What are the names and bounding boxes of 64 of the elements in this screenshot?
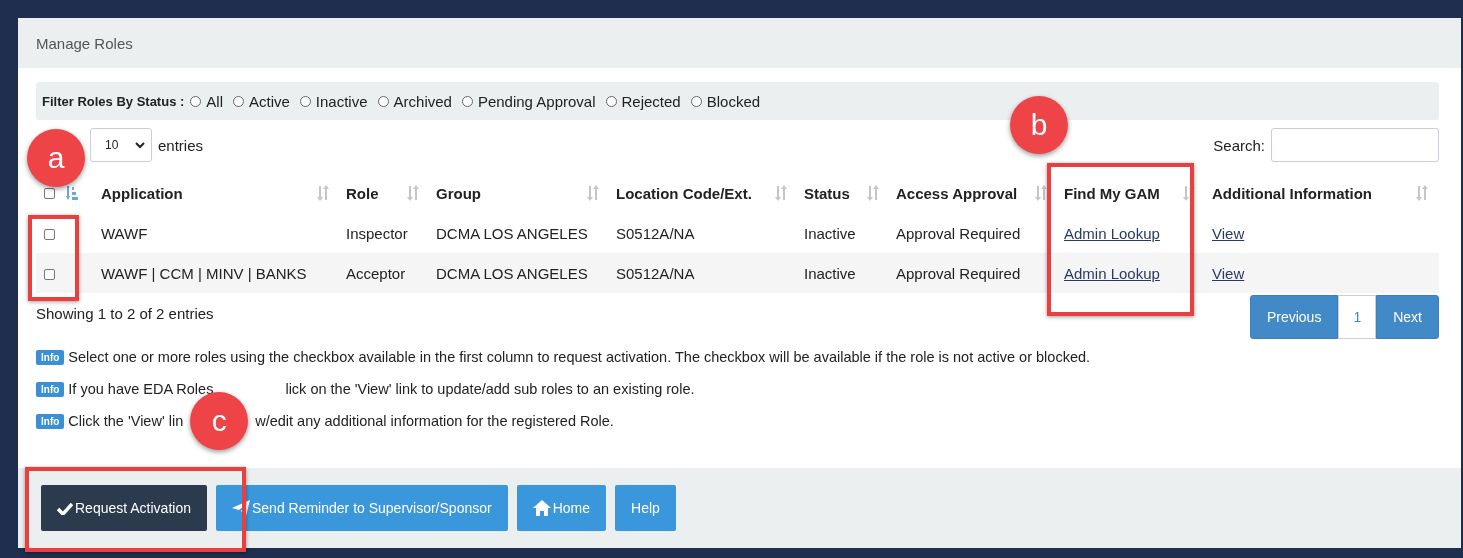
radio-label[interactable]: Active — [249, 92, 290, 110]
request-activation-button[interactable]: Request Activation — [41, 485, 207, 531]
info-badge: Info — [36, 381, 65, 397]
home-icon — [532, 500, 551, 516]
table-cell: S0512A/NA — [616, 224, 695, 242]
next-button[interactable]: Next — [1376, 295, 1439, 339]
table-cell: Inactive — [804, 264, 856, 282]
column-header[interactable]: Access Approval — [896, 184, 1018, 202]
info-badge: Info — [36, 349, 65, 365]
table-cell: Inactive — [804, 224, 856, 242]
info-text: lick on the 'View' link to update/add sub roles to an existing role. — [285, 381, 695, 397]
radio-label[interactable]: Archived — [393, 92, 452, 110]
admin-lookup-link[interactable]: Admin Lookup — [1064, 224, 1160, 242]
search-field[interactable] — [1271, 128, 1439, 162]
row-checkbox[interactable] — [44, 229, 55, 241]
info-badge: Info — [36, 413, 65, 429]
row-checkbox[interactable] — [44, 269, 55, 281]
paper-plane-icon — [231, 500, 250, 516]
info-text: Click the 'View' lin — [68, 413, 184, 429]
radio-label[interactable]: Blocked — [706, 92, 761, 110]
chevron-icon — [135, 141, 145, 149]
previous-button[interactable]: Previous — [1249, 295, 1339, 339]
search-label: Search: — [1213, 136, 1265, 154]
radio-label[interactable]: Inactive — [315, 92, 368, 110]
table-cell: DCMA LOS ANGELES — [436, 264, 588, 282]
table-cell: Acceptor — [346, 264, 406, 282]
entries-select[interactable]: 10 — [90, 128, 152, 162]
page-button[interactable]: 1 — [1338, 295, 1377, 339]
radio-button[interactable] — [377, 95, 389, 107]
column-header[interactable]: Role — [346, 184, 379, 202]
table-cell: WAWF | CCM | MINV | BANKS — [101, 264, 307, 282]
column-header[interactable]: Location Code/Ext. — [616, 184, 752, 202]
entries-summary: Showing 1 to 2 of 2 entries — [36, 305, 214, 322]
info-text: Select one or more roles using the checkbox available in the first column to request activation. The checkbox will be available if the role is not active or blocked. — [68, 349, 1091, 365]
select-all-checkbox[interactable] — [44, 187, 55, 199]
radio-button[interactable] — [605, 95, 617, 107]
table-cell: S0512A/NA — [616, 264, 695, 282]
radio-button[interactable] — [461, 95, 473, 107]
radio-button[interactable] — [690, 95, 702, 107]
column-header[interactable]: Find My GAM — [1064, 184, 1160, 202]
radio-button[interactable] — [299, 95, 311, 107]
info-text: w/edit any additional information for the registered Role. — [255, 413, 614, 429]
radio-button[interactable] — [233, 95, 244, 107]
check-icon — [57, 501, 73, 515]
entries-label: entries — [158, 136, 204, 154]
sort-icon[interactable] — [66, 185, 78, 201]
table-cell: WAWF — [101, 224, 148, 242]
table-cell: Approval Required — [896, 224, 1021, 242]
filter-label: Filter Roles By Status : — [42, 93, 185, 109]
table-cell: Inspector — [346, 224, 408, 242]
column-header[interactable]: Status — [804, 184, 850, 202]
radio-label[interactable]: Rejected — [621, 92, 681, 110]
view-link[interactable]: View — [1212, 224, 1245, 242]
column-header[interactable]: Group — [436, 184, 481, 202]
column-header[interactable]: Additional Information — [1212, 184, 1372, 202]
radio-label[interactable]: All — [206, 92, 223, 110]
column-header[interactable]: Application — [101, 184, 183, 202]
radio-label[interactable]: Pending Approval — [477, 92, 596, 110]
table-cell: Approval Required — [896, 264, 1021, 282]
sort-icon[interactable] — [1034, 185, 1048, 201]
radio-button[interactable] — [190, 95, 202, 107]
table-cell: DCMA LOS ANGELES — [436, 224, 588, 242]
view-link[interactable]: View — [1212, 264, 1245, 282]
panel-title: Manage Roles — [36, 34, 133, 52]
